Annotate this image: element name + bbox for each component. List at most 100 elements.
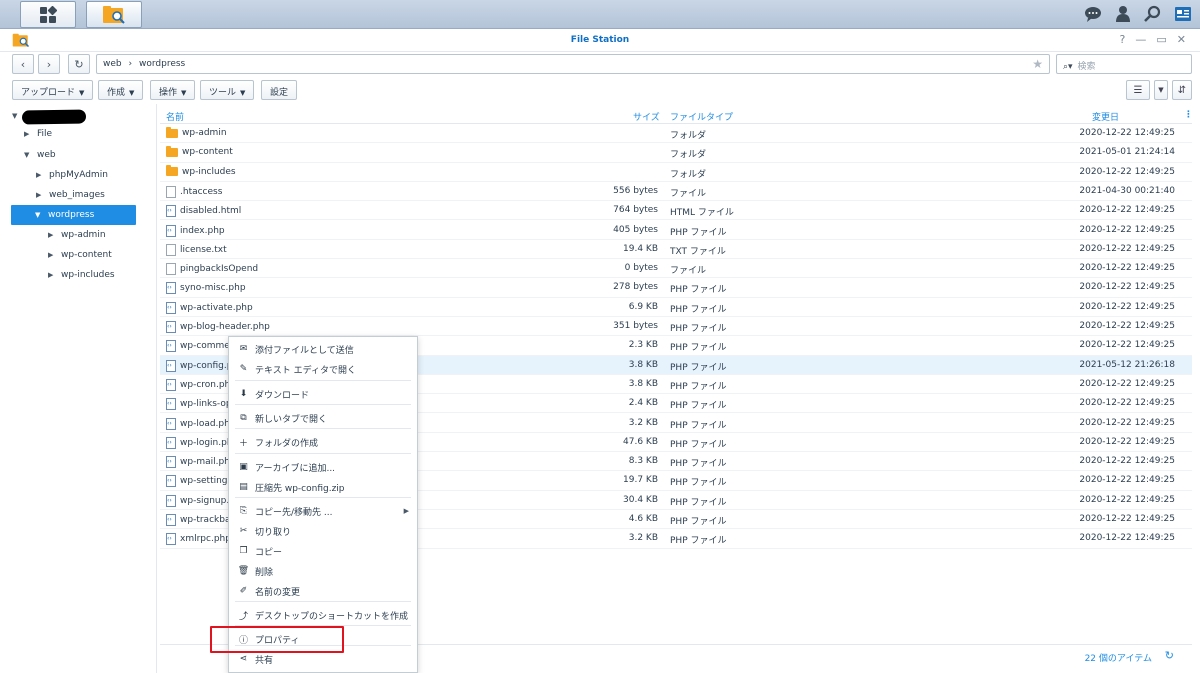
file-size: 19.7 KB [623, 475, 658, 486]
menu-item[interactable]: ⧉ 新しいタブで開く [229, 409, 417, 427]
file-row[interactable]: disabled.html 764 bytes HTML ファイル 2020-12-2… [160, 201, 1192, 221]
breadcrumb-web[interactable]: web [103, 59, 122, 69]
menu-item[interactable]: ✉ 添付ファイルとして送信 [229, 340, 417, 358]
file-size: 3.2 KB [628, 417, 658, 428]
column-menu-icon[interactable]: ⋮ [1184, 110, 1193, 120]
sort-button[interactable]: ⇵ [1172, 80, 1192, 100]
tree-item-wp-admin[interactable]: ▶ wp-admin [48, 225, 106, 245]
menu-item[interactable]: ▤ 圧縮先 wp-config.zip [229, 478, 417, 496]
file-name-cell: pingbackIsOpend [166, 263, 258, 276]
file-type: フォルダ [670, 169, 707, 180]
tree-item-wp-content[interactable]: ▶ wp-content [48, 245, 112, 265]
file-name-cell: wp-links-opn [166, 398, 237, 411]
menu-item[interactable]: ✎ テキスト エディタで開く [229, 360, 417, 378]
file-row[interactable]: wp-content フォルダ 2021-05-01 21:24:14 [160, 143, 1192, 163]
file-station-taskbar-button[interactable] [86, 1, 142, 28]
path-bar[interactable]: web › wordpress ★ [96, 54, 1050, 74]
tree-item-web[interactable]: ▼ web [24, 145, 56, 165]
file-row[interactable]: index.php 405 bytes PHP ファイル 2020-12-22 12:… [160, 221, 1192, 240]
menu-item[interactable]: ▣ アーカイブに追加... [229, 458, 417, 476]
tree-item-phpmyadmin[interactable]: ▶ phpMyAdmin [36, 165, 108, 185]
column-name[interactable]: 名前 [166, 110, 184, 123]
list-view-button[interactable]: ☰ [1126, 80, 1150, 100]
menu-item[interactable]: ＋ フォルダの作成 [229, 433, 417, 451]
search-input[interactable]: ⌕▾ 検索 [1056, 54, 1192, 74]
tools-button[interactable]: ツール ▼ [200, 80, 255, 100]
user-icon[interactable] [1112, 3, 1134, 25]
copy-icon: ❐ [239, 546, 248, 556]
file-name-cell: wp-includes [166, 165, 236, 177]
close-button[interactable]: ✕ [1177, 33, 1186, 46]
php-file-icon [166, 282, 176, 295]
menu-item-label: ダウンロード [255, 390, 310, 401]
chat-icon[interactable] [1082, 3, 1104, 25]
file-row[interactable]: wp-admin フォルダ 2020-12-22 12:49:25 [160, 124, 1192, 144]
file-row[interactable]: syno-misc.php 278 bytes PHP ファイル 2020-12-22… [160, 278, 1192, 298]
widgets-icon[interactable] [1172, 3, 1194, 25]
file-icon [166, 185, 176, 198]
star-icon[interactable]: ★ [1032, 57, 1043, 71]
file-type: PHP ファイル [670, 227, 727, 238]
file-size: 3.2 KB [628, 533, 658, 544]
minimize-button[interactable]: — [1135, 33, 1146, 46]
create-button[interactable]: 作成 ▼ [98, 80, 144, 100]
tree-root[interactable]: ▼ [12, 106, 20, 126]
file-size: 19.4 KB [623, 243, 658, 254]
menu-item[interactable]: 🗑 削除 [229, 562, 417, 580]
file-row[interactable]: wp-blog-header.php 351 bytes PHP ファイル 2020-… [160, 317, 1192, 337]
column-type[interactable]: ファイルタイプ [670, 110, 733, 123]
menu-item-label: アーカイブに追加... [255, 463, 336, 474]
back-button[interactable]: ‹ [12, 54, 34, 74]
file-size: 8.3 KB [628, 456, 658, 467]
menu-item-label: 削除 [255, 567, 274, 578]
php-file-icon [166, 533, 176, 546]
menu-item[interactable]: ❐ コピー [229, 542, 417, 560]
tree-item-wp-includes[interactable]: ▶ wp-includes [48, 265, 115, 285]
file-name-cell: wp-blog-header.php [166, 321, 270, 333]
file-row[interactable]: license.txt 19.4 KB TXT ファイル 2020-12-22 12:… [160, 240, 1192, 260]
menu-separator [235, 404, 411, 405]
help-button[interactable]: ? [1120, 33, 1126, 46]
file-row[interactable]: wp-activate.php 6.9 KB PHP ファイル 2020-12-22 … [160, 298, 1192, 317]
tree-item-wordpress[interactable]: ▼ wordpress [11, 205, 136, 225]
expand-right-icon: ▶ [48, 231, 54, 239]
file-modified: 2020-12-22 12:49:25 [1079, 436, 1175, 447]
copy-move-icon: ⎘ [239, 506, 248, 516]
file-row[interactable]: pingbackIsOpend 0 bytes ファイル 2020-12-22 12:… [160, 259, 1192, 279]
tree-item-file[interactable]: ▶ File [24, 124, 52, 144]
file-name-cell: index.php [166, 224, 225, 237]
search-icon[interactable] [1142, 3, 1164, 25]
refresh-icon[interactable]: ↻ [1165, 649, 1174, 662]
action-toolbar: アップロード ▼ 作成 ▼ 操作 ▼ ツール ▼ 設定 ☰ ▼ ⇵ [0, 78, 1200, 102]
file-size: 3.8 KB [628, 378, 658, 389]
file-modified: 2020-12-22 12:49:25 [1079, 417, 1175, 428]
refresh-icon: ↻ [74, 57, 84, 71]
tree-item-web-images[interactable]: ▶ web_images [36, 185, 105, 205]
settings-button[interactable]: 設定 [261, 80, 298, 100]
file-type: PHP ファイル [670, 304, 727, 315]
menu-item[interactable]: ⎘ コピー先/移動先 ... ▶ [229, 502, 417, 520]
window-title: File Station [570, 35, 630, 45]
menu-item[interactable]: ✂ 切り取り [229, 522, 417, 540]
menu-item[interactable]: ⤴ デスクトップのショートカットを作成 [229, 606, 417, 624]
menu-item[interactable]: ✐ 名前の変更 [229, 582, 417, 600]
view-dropdown-button[interactable]: ▼ [1154, 80, 1168, 100]
breadcrumb-wordpress[interactable]: wordpress [139, 59, 185, 69]
forward-button[interactable]: › [38, 54, 60, 74]
file-name-cell: wp-commen [166, 340, 236, 353]
main-menu-button[interactable] [20, 1, 76, 28]
upload-button[interactable]: アップロード ▼ [12, 80, 94, 100]
file-modified: 2020-12-22 12:49:25 [1079, 398, 1175, 409]
action-button[interactable]: 操作 ▼ [150, 80, 196, 100]
file-size: 6.9 KB [628, 301, 658, 312]
maximize-button[interactable]: ▭ [1156, 33, 1166, 46]
menu-item[interactable]: ⬇ ダウンロード [229, 385, 417, 403]
column-modified[interactable]: 変更日 [1092, 110, 1119, 123]
file-row[interactable]: .htaccess 556 bytes ファイル 2021-04-30 00:21:4… [160, 182, 1192, 202]
file-row[interactable]: wp-includes フォルダ 2020-12-22 12:49:25 [160, 163, 1192, 182]
file-modified: 2020-12-22 12:49:25 [1079, 321, 1175, 331]
column-size[interactable]: サイズ [633, 110, 660, 123]
refresh-button[interactable]: ↻ [68, 54, 90, 74]
file-name-cell: .htaccess [166, 185, 222, 198]
file-name-cell: wp-mail.php [166, 456, 236, 469]
